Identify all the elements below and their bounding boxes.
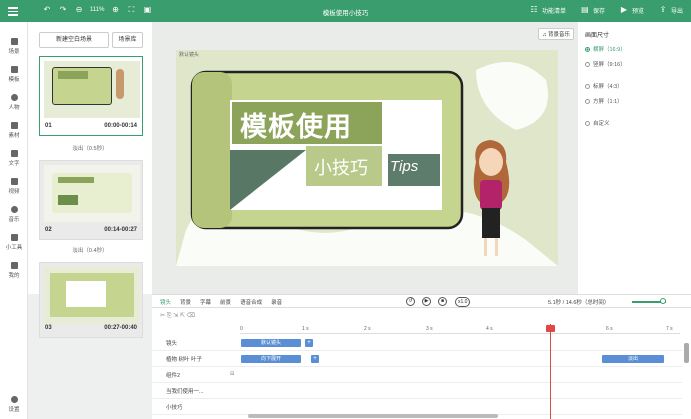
transition-label[interactable]: 淡出（0.4秒）: [28, 246, 152, 254]
exit-animation-clip[interactable]: 淡出: [602, 355, 664, 363]
tools-icon: [10, 234, 18, 241]
track-row[interactable]: 组件2 ⊟: [152, 367, 682, 383]
scene-library-button[interactable]: 场景库: [112, 32, 143, 48]
new-blank-scene-button[interactable]: 新建空白场景: [39, 32, 109, 48]
sidebar-item-video[interactable]: 视频: [0, 178, 28, 195]
radio-icon: [585, 83, 590, 89]
time-ruler[interactable]: 0 1 s 2 s 3 s 4 s 5 s 6 s 7 s: [240, 324, 680, 334]
radio-icon: [585, 61, 590, 67]
save-button[interactable]: ▤ 保存: [580, 5, 605, 15]
top-bar: ↶ ↷ ⊖ 111% ⊕ ⛶ ▣ 模板使用小技巧 ☷ 功能清单 ▤ 保存 ▶ 预览 ⇪…: [0, 0, 691, 22]
scene-thumb-3[interactable]: 03 00:27-00:40: [39, 262, 143, 338]
preview-button[interactable]: ▶ 预览: [619, 5, 644, 15]
timeline-toolbar: 镜头 背景 字幕 前景 语音合成 录音 ↺ ▶ ■ x1.0 5.1秒 / 14…: [152, 294, 691, 308]
sidebar-item-template[interactable]: 模板: [0, 66, 28, 83]
undo-icon[interactable]: ↶: [42, 5, 52, 15]
track-row[interactable]: 小技巧: [152, 399, 682, 415]
material-icon: [10, 122, 18, 129]
tab-background[interactable]: 背景: [180, 298, 191, 306]
zoom-level: 111%: [90, 7, 105, 13]
panel-title: 画面尺寸: [585, 33, 610, 39]
menu-icon[interactable]: [8, 5, 18, 16]
tab-foreground[interactable]: 前景: [220, 298, 231, 306]
enter-animation-clip[interactable]: 向下展开: [241, 355, 301, 363]
sidebar-item-music[interactable]: 音乐: [0, 206, 28, 223]
stop-icon[interactable]: ■: [438, 297, 447, 306]
sidebar-item-mine[interactable]: 我的: [0, 262, 28, 279]
track-row[interactable]: 镜头 默认镜头 +: [152, 335, 682, 351]
sidebar-item-material[interactable]: 素材: [0, 122, 28, 139]
export-icon: ⇪: [659, 5, 667, 14]
horizontal-scrollbar[interactable]: [248, 414, 498, 418]
feature-list-button[interactable]: ☷ 功能清单: [529, 5, 566, 15]
ratio-4-3-option[interactable]: 标屏（4:3）: [585, 82, 623, 90]
scene-icon: [10, 38, 18, 45]
ratio-custom-option[interactable]: 自定义: [585, 119, 610, 127]
rewind-icon[interactable]: ↺: [406, 297, 415, 306]
scene-thumb-1[interactable]: 01 00:00-00:14: [39, 56, 143, 136]
music-icon: [10, 206, 18, 213]
text-icon: [10, 150, 18, 157]
add-icon[interactable]: +: [311, 355, 319, 363]
transition-label[interactable]: 淡出（0.5秒）: [28, 144, 152, 152]
canvas[interactable]: 默认镜头 模板使用 小技巧 Tips: [176, 50, 558, 266]
scene-preview: [44, 165, 140, 222]
fit-icon[interactable]: ▣: [142, 5, 152, 15]
sidebar-item-scene[interactable]: 场景: [0, 38, 28, 55]
ratio-1-1-option[interactable]: 方屏（1:1）: [585, 97, 623, 105]
tab-subtitle[interactable]: 字幕: [200, 298, 211, 306]
zoom-in-icon[interactable]: ⊕: [110, 5, 120, 15]
fullscreen-icon[interactable]: ⛶: [126, 5, 136, 15]
sidebar-item-character[interactable]: 人物: [0, 94, 28, 111]
sidebar-item-settings[interactable]: 设置: [0, 396, 28, 413]
sidebar-item-text[interactable]: 文字: [0, 150, 28, 167]
subline-text[interactable]: 小技巧: [314, 154, 368, 180]
zoom-out-icon[interactable]: ⊖: [74, 5, 84, 15]
ratio-16-9-option[interactable]: 横屏（16:9）: [585, 45, 626, 53]
vertical-scrollbar[interactable]: [684, 343, 689, 363]
track-row[interactable]: 植物 树叶 叶子 向下展开 + 淡出: [152, 351, 682, 367]
export-button[interactable]: ⇪ 导出: [658, 5, 683, 15]
properties-panel: 画面尺寸 横屏（16:9） 竖屏（9:16） 标屏（4:3） 方屏（1:1） 自…: [578, 22, 691, 294]
ratio-9-16-option[interactable]: 竖屏（9:16）: [585, 60, 626, 68]
tab-camera[interactable]: 镜头: [160, 298, 171, 306]
play-icon[interactable]: ▶: [422, 297, 431, 306]
scene-thumb-2[interactable]: 02 00:14-00:27: [39, 160, 143, 240]
character-figure[interactable]: [462, 132, 522, 262]
mine-icon: [10, 262, 18, 269]
preview-icon: ▶: [620, 5, 628, 14]
slider-handle[interactable]: [660, 298, 666, 304]
music-icon: ♫: [542, 32, 547, 38]
scene-preview: [44, 267, 140, 324]
playhead[interactable]: [550, 324, 551, 419]
radio-icon: [585, 120, 590, 126]
person-icon: [10, 94, 18, 101]
left-sidebar: 场景 模板 人物 素材 文字 视频 音乐 小工具 我的 设置: [0, 22, 28, 419]
list-icon: ☷: [530, 5, 538, 14]
group-icon[interactable]: ⊟: [230, 371, 234, 377]
add-icon[interactable]: +: [305, 339, 313, 347]
radio-icon: [585, 46, 590, 52]
save-icon: ▤: [581, 5, 589, 14]
gear-icon: [10, 396, 18, 403]
tab-record[interactable]: 录音: [271, 298, 282, 306]
camera-clip[interactable]: 默认镜头: [241, 339, 301, 347]
stage-area: ♫ 背景音乐 默认镜头 模板使用 小技巧 Tips: [152, 22, 578, 294]
track-row[interactable]: 当我们使用一...: [152, 383, 682, 399]
track-tools: ✂ ⎘ ⇲ ⇱ ⌫: [160, 313, 196, 319]
radio-icon: [585, 98, 590, 104]
background-music-button[interactable]: ♫ 背景音乐: [538, 28, 574, 40]
headline-text[interactable]: 模板使用: [240, 105, 352, 144]
sidebar-item-tools[interactable]: 小工具: [0, 234, 28, 251]
template-icon: [10, 66, 18, 73]
tab-tts[interactable]: 语音合成: [240, 298, 262, 306]
timeline-tracks: ✂ ⎘ ⇲ ⇱ ⌫ 0 1 s 2 s 3 s 4 s 5 s 6 s 7 s …: [152, 308, 691, 419]
scene-preview: [44, 61, 140, 118]
time-readout: 5.1秒 / 14.6秒（总时间）: [548, 300, 610, 306]
speed-button[interactable]: x1.0: [455, 297, 471, 307]
redo-icon[interactable]: ↷: [58, 5, 68, 15]
tips-text[interactable]: Tips: [390, 158, 418, 175]
video-icon: [10, 178, 18, 185]
